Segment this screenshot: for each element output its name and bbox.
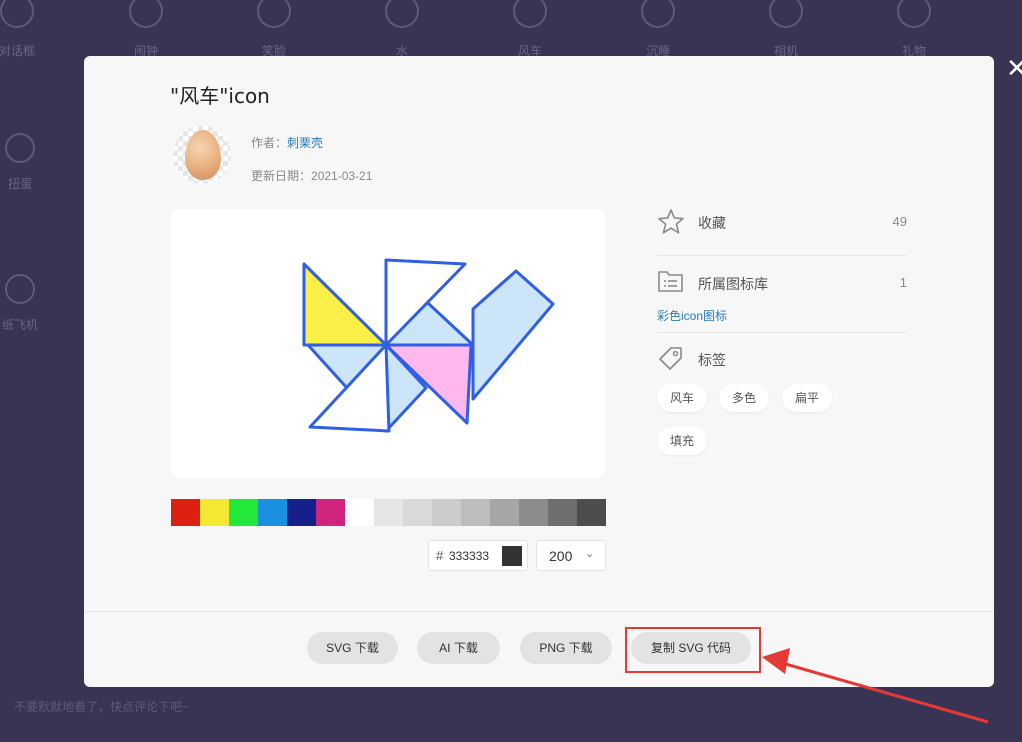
current-color-chip[interactable]: [502, 546, 522, 566]
color-swatch[interactable]: [229, 499, 258, 526]
camera-icon: [769, 0, 803, 28]
icon-title: "风车"icon: [170, 84, 270, 108]
favorite-label: 收藏: [698, 215, 726, 231]
footer-divider: [84, 611, 994, 612]
color-swatch[interactable]: [258, 499, 287, 526]
comment-placeholder: 不要默默地看了，快点评论下吧~: [14, 700, 190, 714]
pinwheel-icon: [513, 0, 547, 28]
author-link[interactable]: 刺栗壳: [287, 136, 323, 150]
library-count: 1: [899, 275, 907, 290]
bg-side-label: 纸飞机: [1, 318, 38, 332]
update-date: 2021-03-21: [311, 169, 373, 183]
author-label: 作者：: [251, 136, 288, 150]
color-swatch[interactable]: [171, 499, 200, 526]
png-download-button[interactable]: PNG 下载: [520, 632, 612, 664]
library-label: 所属图标库: [698, 276, 768, 292]
tag-chip[interactable]: 风车: [657, 384, 708, 412]
bg-nav-smile: 笑脸: [234, 0, 314, 59]
star-icon: [658, 209, 684, 234]
divider: [657, 255, 907, 256]
bg-nav-alarm: 闹钟: [106, 0, 186, 59]
pinwheel-yellow-blade: [302, 262, 388, 347]
library-row: 所属图标库 1: [657, 268, 907, 298]
bg-side-plane: 纸飞机: [0, 274, 40, 333]
bg-side-label: 扭蛋: [7, 177, 32, 191]
bg-nav-water: 水: [362, 0, 442, 59]
hex-color-input[interactable]: [449, 549, 501, 563]
chevron-down-icon: ⌄: [585, 548, 595, 560]
dialog-icon: [0, 0, 34, 28]
pinwheel-icon-preview: [302, 258, 555, 433]
hex-color-field[interactable]: #: [428, 540, 528, 571]
bg-nav-dialog: 对话框: [0, 0, 57, 59]
bg-nav-label: 对话框: [0, 44, 35, 58]
annotation-highlight-box: [625, 627, 761, 673]
size-select[interactable]: 200 ⌄: [536, 540, 606, 571]
favorite-count: 49: [892, 214, 907, 229]
color-swatch[interactable]: [548, 499, 577, 526]
hash-symbol: #: [436, 548, 444, 563]
tag-chip[interactable]: 扁平: [782, 384, 833, 412]
date-label: 更新日期：: [251, 169, 312, 183]
tags-label: 标签: [698, 352, 726, 368]
sleep-face-icon: [641, 0, 675, 28]
color-swatch[interactable]: [287, 499, 316, 526]
size-value: 200: [549, 548, 573, 564]
gashapon-icon: [5, 133, 35, 163]
smile-icon: [257, 0, 291, 28]
tag-chip[interactable]: 填充: [657, 427, 708, 455]
color-swatch[interactable]: [577, 499, 606, 526]
divider: [657, 332, 907, 333]
author-line: 作者：刺栗壳: [251, 134, 323, 151]
bg-side-gashapon: 扭蛋: [0, 133, 40, 192]
bg-nav-pinwheel: 风车: [490, 0, 570, 59]
gift-icon: [897, 0, 931, 28]
close-icon[interactable]: ✕: [1006, 55, 1022, 81]
tags-row: 标签: [657, 345, 907, 375]
color-swatch[interactable]: [345, 499, 374, 526]
date-line: 更新日期：2021-03-21: [251, 167, 372, 184]
author-avatar[interactable]: [173, 126, 231, 184]
bg-nav-gift: 礼物: [874, 0, 954, 59]
folder-list-icon: [658, 271, 683, 292]
icon-preview: [171, 209, 605, 478]
favorite-row[interactable]: 收藏 49: [657, 208, 907, 238]
pinwheel-blade: [471, 269, 555, 401]
color-swatch[interactable]: [432, 499, 461, 526]
color-swatch[interactable]: [374, 499, 403, 526]
icon-detail-modal: "风车"icon 作者：刺栗壳 更新日期：2021-03-21 # 333333…: [84, 56, 994, 687]
svg-download-button[interactable]: SVG 下载: [307, 632, 398, 664]
ai-download-button[interactable]: AI 下载: [417, 632, 500, 664]
library-link[interactable]: 彩色icon图标: [657, 307, 727, 324]
color-swatch[interactable]: [490, 499, 519, 526]
paper-plane-icon: [5, 274, 35, 304]
bg-nav-sleep: 沉睡: [618, 0, 698, 59]
color-swatch[interactable]: [403, 499, 432, 526]
tag-icon: [659, 347, 682, 370]
alarm-clock-icon: [129, 0, 163, 28]
color-palette: [171, 499, 606, 526]
water-icon: [385, 0, 419, 28]
color-swatch[interactable]: [461, 499, 490, 526]
color-swatch[interactable]: [200, 499, 229, 526]
color-swatch[interactable]: [316, 499, 345, 526]
tag-chip[interactable]: 多色: [719, 384, 770, 412]
bg-nav-camera: 相机: [746, 0, 826, 59]
egg-avatar-image: [185, 130, 221, 180]
color-swatch[interactable]: [519, 499, 548, 526]
